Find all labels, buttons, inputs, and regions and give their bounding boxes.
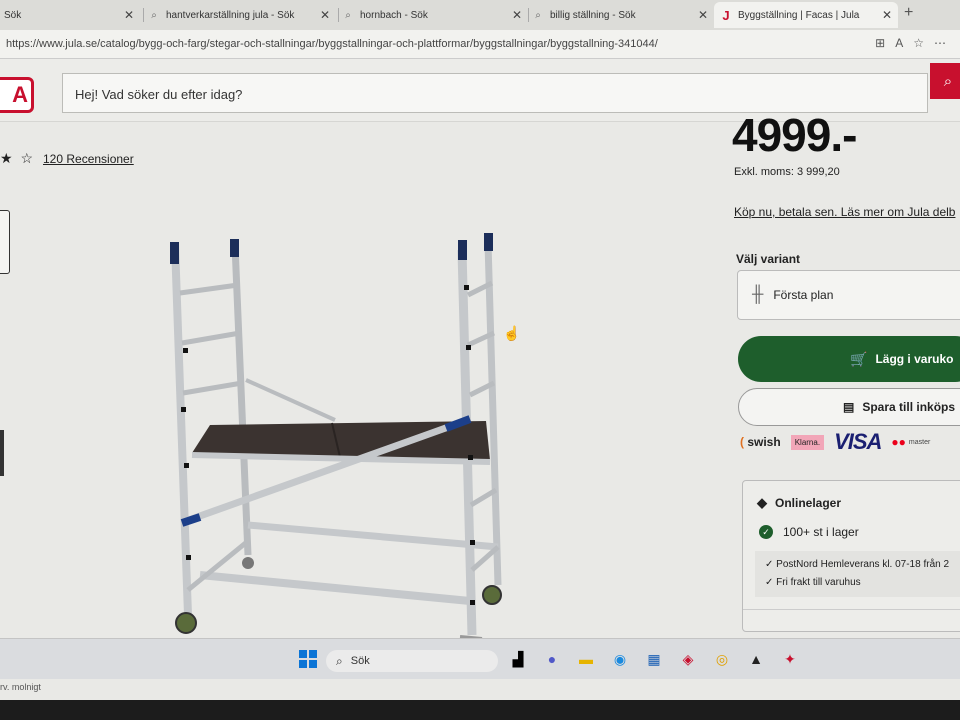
search-bar[interactable] [62,73,941,114]
save-to-list-label: Spara till inköps [862,400,956,414]
finance-link[interactable]: Köp nu, betala sen. Läs mer om Jula delb [734,205,955,219]
stock-quantity: ✓ 100+ st i lager [759,525,859,539]
scaffold-variant-icon: ╫ [752,286,764,303]
close-icon[interactable]: ✕ [512,8,522,22]
variant-select[interactable]: ╫ Första plan [737,270,960,320]
close-icon[interactable]: ✕ [698,8,708,22]
tab-label: hornbach - Sök [360,9,428,21]
search-icon: ⌕ [345,9,351,21]
stock-panel: ◆ Onlinelager ✓ 100+ st i lager ✓ PostNo… [742,480,960,632]
tab-strip: Sök ✕ ⌕ hantverkarställning jula - Sök ✕… [0,0,960,30]
taskbar-search-label: Sök [350,655,370,667]
tab-label: Byggställning | Facas | Jula [738,9,860,21]
close-icon[interactable]: ✕ [124,8,134,22]
close-icon[interactable]: ✕ [320,8,330,22]
tab-divider [338,8,339,22]
stock-title: ◆ Onlinelager [757,495,841,511]
more-icon[interactable]: ⋯ [934,36,956,50]
new-tab-icon[interactable]: + [904,4,913,22]
taskbar-search[interactable]: ⌕ Sök [326,650,498,672]
star-rating-icon: ★ ☆ [0,150,35,166]
divider [743,609,960,610]
read-aloud-icon[interactable]: A [895,36,913,50]
taskbar: ⌕ Sök ▟ ● ▬ ◉ ▦ ◈ ◎ ▲ ✦ [0,638,960,679]
add-to-cart-label: Lägg i varuko [875,352,954,366]
box-icon: ◆ [757,495,767,510]
mouse-cursor-icon: ☝ [503,325,521,341]
teams-icon[interactable]: ● [542,649,562,669]
tab-label: hantverkarställning jula - Sök [166,9,295,21]
shipping-line-text: PostNord Hemleverans kl. 07-18 från 2 [776,559,950,570]
payment-methods: ( swish Klarna. VISA ●● master [740,429,931,454]
stock-title-label: Onlinelager [775,496,842,510]
windows-start-icon[interactable] [298,649,318,669]
close-icon[interactable]: ✕ [882,8,892,22]
stock-quantity-label: 100+ st i lager [783,525,859,539]
klarna-logo: Klarna. [790,434,825,450]
screen: Sök ✕ ⌕ hantverkarställning jula - Sök ✕… [0,0,960,700]
thumbnail[interactable] [0,430,4,476]
reviews-link[interactable]: 120 Recensioner [43,152,134,166]
url-text[interactable]: https://www.jula.se/catalog/bygg-och-far… [6,38,658,50]
price-ex-vat: Exkl. moms: 3 999,20 [734,166,840,178]
clipboard-icon: ▤ [843,400,855,414]
chrome-icon[interactable]: ◎ [712,649,732,669]
save-to-list-button[interactable]: ▤ Spara till inköps [738,388,960,426]
task-view-icon[interactable]: ▟ [508,649,528,669]
tab-search-1[interactable]: Sök ✕ [0,2,140,28]
shipping-line: ✓ PostNord Hemleverans kl. 07-18 från 2 [765,559,950,570]
search-icon: ⌕ [336,653,343,668]
product-image [170,233,502,641]
swish-label: swish [747,435,781,449]
mcafee-icon[interactable]: ◈ [678,649,698,669]
address-bar-icons: ⊞A☆⋯ [875,36,956,50]
visa-logo: VISA [834,429,882,454]
variant-value: Första plan [773,288,834,302]
variant-label: Välj variant [736,252,801,266]
search-icon: ⌕ [151,9,157,21]
product-price: 4999.- [732,109,857,161]
mastercard-label: master [908,438,931,446]
mastercard-logo: ●● master [891,435,931,449]
search-icon: ⌕ [943,72,953,90]
tab-search-4[interactable]: ⌕ billig ställning - Sök ✕ [532,2,714,28]
product-rating: ★ ☆ 120 Recensioner [0,150,134,167]
add-to-cart-button[interactable]: 🛒 Lägg i varuko [738,336,960,382]
tab-divider [143,8,144,22]
search-button[interactable]: ⌕ [930,63,960,99]
cart-icon: 🛒 [850,350,868,367]
shipping-line: ✓ Fri frakt till varuhus [765,577,861,588]
thumbnail[interactable] [0,210,10,274]
tab-jula-product[interactable]: J Byggställning | Facas | Jula ✕ [714,2,898,28]
app-icon[interactable]: ✦ [780,649,800,669]
store-icon[interactable]: ▦ [644,649,664,669]
check-icon: ✓ [759,525,773,539]
address-bar[interactable]: https://www.jula.se/catalog/bygg-och-far… [0,30,960,59]
weather-status: rv. molnigt [0,682,41,692]
tab-divider [528,8,529,22]
search-icon: ⌕ [535,9,541,21]
favorite-star-icon[interactable]: ☆ [913,36,934,50]
swish-logo: ( swish [740,435,781,449]
tab-search-3[interactable]: ⌕ hornbach - Sök ✕ [342,2,528,28]
jula-logo[interactable]: A [0,77,34,113]
jula-favicon-icon: J [722,7,730,23]
edge-icon[interactable]: ◉ [610,649,630,669]
shipping-line-text: Fri frakt till varuhus [776,577,861,588]
apps-icon[interactable]: ⊞ [875,36,895,50]
shipping-info: ✓ PostNord Hemleverans kl. 07-18 från 2 … [755,551,960,597]
tab-label: billig ställning - Sök [550,9,636,21]
logo-text: A [12,82,28,107]
adobe-icon[interactable]: ▲ [746,649,766,669]
file-explorer-icon[interactable]: ▬ [576,649,596,669]
tab-label: Sök [4,9,22,21]
tab-search-2[interactable]: ⌕ hantverkarställning jula - Sök ✕ [148,2,336,28]
